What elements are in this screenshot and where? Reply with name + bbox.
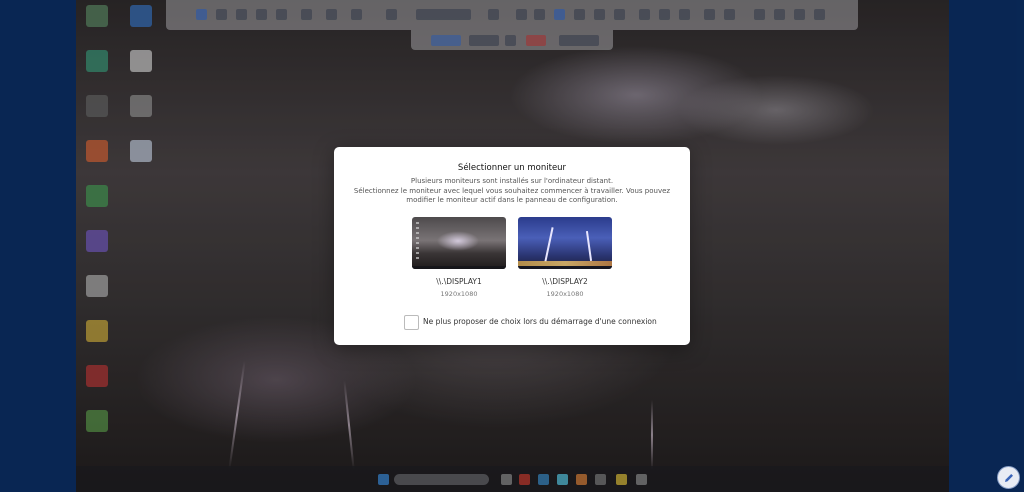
dialog-description: Plusieurs moniteurs sont installés sur l… <box>348 177 676 206</box>
thumbnail-taskbar <box>518 266 612 269</box>
thumbnail-desktop-icons <box>416 222 419 262</box>
monitor-select-dialog: Sélectionner un moniteur Plusieurs monit… <box>334 147 690 345</box>
monitor-1-thumbnail[interactable] <box>412 217 506 269</box>
dialog-description-line: Sélectionnez le moniteur avec lequel vou… <box>353 186 671 205</box>
edit-button[interactable] <box>997 466 1020 489</box>
thumbnail-taskbar <box>412 266 506 269</box>
monitor-2-thumbnail[interactable] <box>518 217 612 269</box>
dont-ask-again-checkbox[interactable] <box>404 315 419 330</box>
monitor-2-resolution: 1920x1080 <box>546 290 584 298</box>
monitor-2-name: \\.\DISPLAY2 <box>542 277 588 286</box>
thumbnail-lightning <box>585 231 593 261</box>
monitor-1-name: \\.\DISPLAY1 <box>436 277 482 286</box>
pencil-icon <box>1004 473 1013 482</box>
thumbnail-lightning <box>544 227 554 262</box>
dialog-title: Sélectionner un moniteur <box>457 163 567 173</box>
dialog-description-line: Plusieurs moniteurs sont installés sur l… <box>410 177 614 185</box>
dont-ask-again-label[interactable]: Ne plus proposer de choix lors du démarr… <box>423 317 657 326</box>
monitor-1-resolution: 1920x1080 <box>440 290 478 298</box>
